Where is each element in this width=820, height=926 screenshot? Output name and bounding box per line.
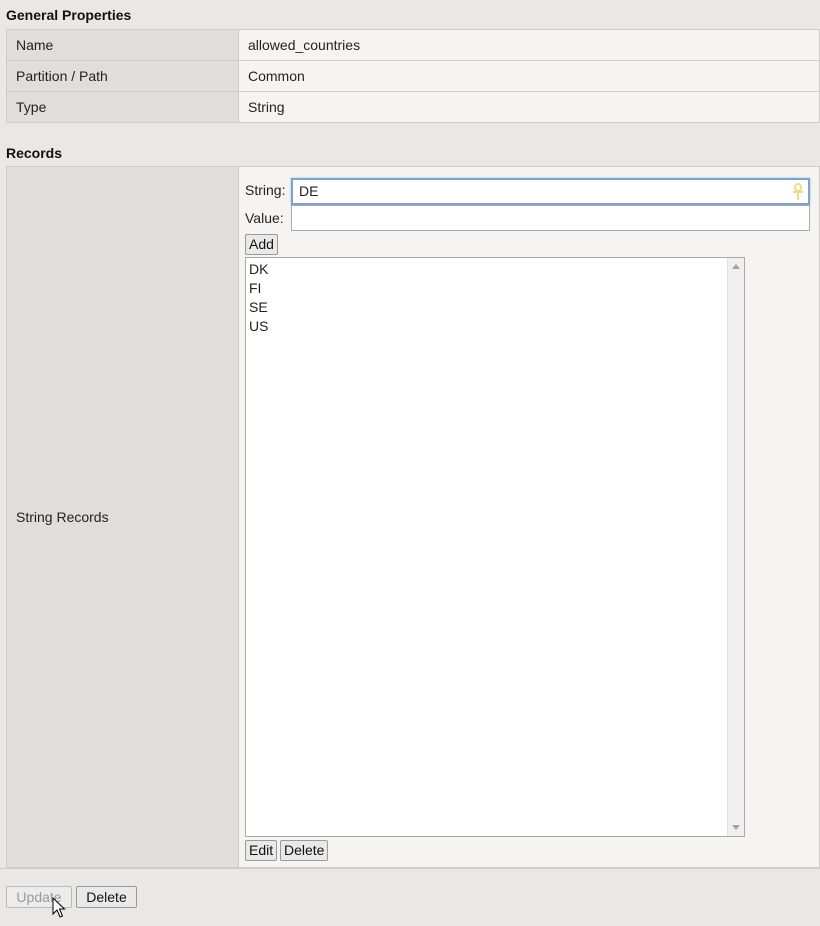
ankh-icon[interactable]	[792, 183, 804, 201]
delete-record-button[interactable]: Delete	[280, 840, 329, 861]
list-item[interactable]: DK	[249, 260, 268, 279]
string-input[interactable]: DE	[291, 178, 810, 205]
general-properties-table: Name allowed_countries Partition / Path …	[6, 29, 820, 123]
general-properties-title: General Properties	[6, 7, 132, 23]
partition-path-value: Common	[238, 60, 820, 92]
name-label: Name	[6, 29, 239, 61]
table-row: Name allowed_countries	[6, 29, 820, 61]
list-item[interactable]: US	[249, 317, 268, 336]
table-row: Type String	[6, 91, 820, 123]
partition-path-label: Partition / Path	[6, 60, 239, 92]
add-button[interactable]: Add	[245, 234, 278, 255]
string-field-label: String:	[245, 182, 286, 198]
edit-button[interactable]: Edit	[245, 840, 278, 861]
delete-button[interactable]: Delete	[76, 886, 137, 908]
list-item[interactable]: SE	[249, 298, 268, 317]
name-value: allowed_countries	[238, 29, 820, 61]
records-title: Records	[6, 145, 63, 161]
value-field-label: Value:	[245, 210, 284, 226]
records-panel: String Records String: DE Value: Add DK …	[6, 166, 820, 868]
string-input-value: DE	[299, 183, 319, 199]
value-input[interactable]	[291, 205, 810, 231]
mouse-pointer-icon	[52, 897, 66, 918]
list-items: DK FI SE US	[249, 260, 268, 336]
list-scrollbar[interactable]	[727, 258, 744, 836]
type-value: String	[238, 91, 820, 123]
type-label: Type	[6, 91, 239, 123]
footer-bar: Update Delete	[0, 868, 820, 926]
string-records-label: String Records	[16, 509, 109, 525]
string-records-list[interactable]: DK FI SE US	[245, 257, 745, 837]
table-row: Partition / Path Common	[6, 60, 820, 92]
string-records-label-cell: String Records	[7, 167, 239, 867]
scroll-down-arrow-icon[interactable]	[732, 825, 740, 830]
list-item[interactable]: FI	[249, 279, 268, 298]
scroll-up-arrow-icon[interactable]	[732, 264, 740, 269]
